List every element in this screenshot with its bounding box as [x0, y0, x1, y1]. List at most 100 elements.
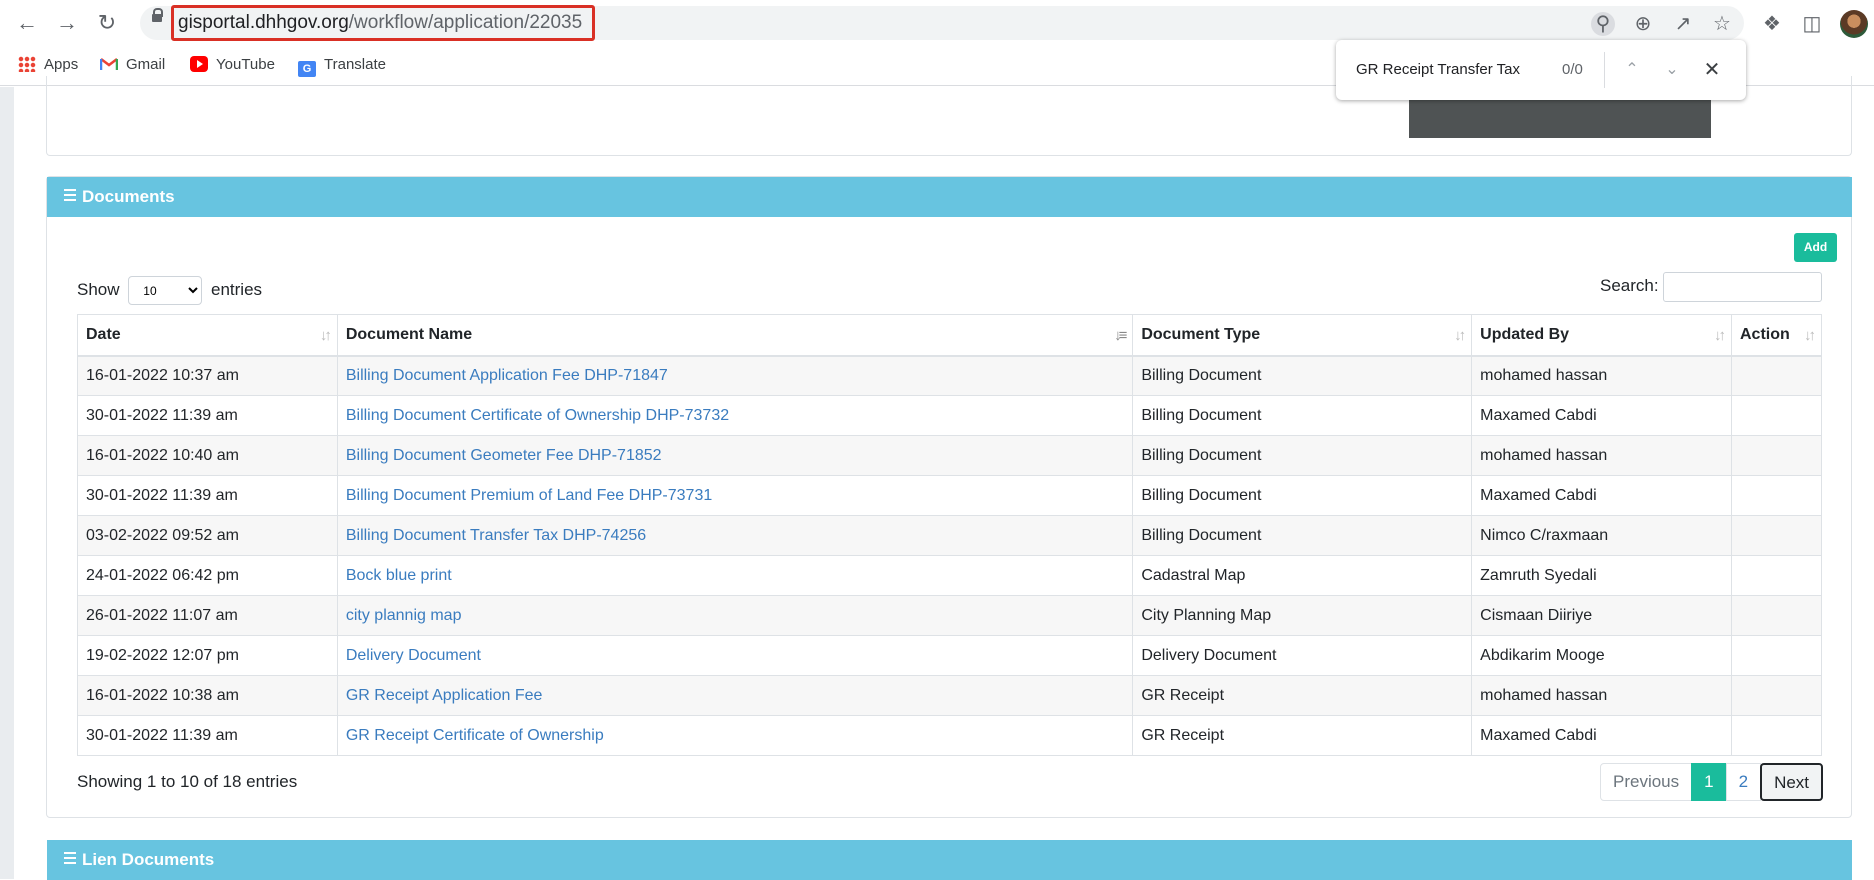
- bookmark-label: Apps: [44, 56, 79, 73]
- cell-document-type: Delivery Document: [1132, 635, 1473, 676]
- chevron-down-icon[interactable]: ⌄: [1660, 58, 1684, 82]
- column-document-name[interactable]: Document Name ↓≡: [336, 314, 1134, 357]
- cell-document-name: Billing Document Premium of Land Fee DHP…: [336, 475, 1134, 516]
- document-link[interactable]: Billing Document Premium of Land Fee DHP…: [346, 487, 712, 504]
- page-length-control: Show 10 entries: [77, 276, 262, 305]
- page-length-select[interactable]: 10: [128, 276, 203, 305]
- reload-icon[interactable]: ↻: [94, 10, 120, 36]
- table-row: 03-02-2022 09:52 am Billing Document Tran…: [77, 515, 1822, 556]
- cell-action: [1731, 475, 1822, 516]
- table-row: 30-01-2022 11:39 am Billing Document Cert…: [77, 395, 1822, 436]
- document-link[interactable]: city plannig map: [346, 607, 462, 624]
- cell-document-type: GR Receipt: [1132, 675, 1473, 716]
- bookmark-youtube[interactable]: YouTube: [190, 55, 275, 75]
- find-bar: GR Receipt Transfer Tax 0/0 ⌃ ⌄ ✕: [1336, 40, 1746, 100]
- bookmark-translate[interactable]: G Translate: [298, 55, 386, 77]
- cell-updated-by: Abdikarim Mooge: [1471, 635, 1732, 676]
- back-arrow-icon[interactable]: ←: [14, 10, 40, 36]
- find-match-count: 0/0: [1562, 61, 1583, 78]
- find-in-page-icon[interactable]: ⚲: [1591, 12, 1615, 36]
- page-2-button[interactable]: 2: [1725, 763, 1762, 801]
- cell-updated-by: Zamruth Syedali: [1471, 555, 1732, 596]
- document-link[interactable]: GR Receipt Certificate of Ownership: [346, 727, 604, 744]
- cell-date: 24-01-2022 06:42 pm: [77, 555, 338, 596]
- cell-document-type: Billing Document: [1132, 395, 1473, 436]
- list-icon: [64, 189, 76, 201]
- previous-page-button[interactable]: Previous: [1600, 763, 1693, 801]
- chevron-up-icon[interactable]: ⌃: [1620, 58, 1644, 82]
- document-link[interactable]: Bock blue print: [346, 567, 452, 584]
- lien-documents-card-header: Lien Documents: [47, 840, 1852, 880]
- cell-date: 16-01-2022 10:40 am: [77, 435, 338, 476]
- bookmark-gmail[interactable]: Gmail: [100, 55, 165, 75]
- cell-date: 30-01-2022 11:39 am: [77, 715, 338, 756]
- forward-arrow-icon[interactable]: →: [54, 10, 80, 36]
- column-action[interactable]: Action ↓↑: [1731, 314, 1822, 357]
- pagination: Previous 1 2 Next: [1600, 763, 1824, 801]
- cell-document-name: Billing Document Transfer Tax DHP-74256: [336, 515, 1134, 556]
- cell-updated-by: Cismaan Diiriye: [1471, 595, 1732, 636]
- lien-documents-title: Lien Documents: [82, 850, 215, 869]
- document-link[interactable]: Billing Document Transfer Tax DHP-74256: [346, 527, 646, 544]
- sort-icon: ↓↑: [1804, 327, 1816, 344]
- cell-document-name: city plannig map: [336, 595, 1134, 636]
- cell-document-type: Cadastral Map: [1132, 555, 1473, 596]
- column-date[interactable]: Date ↓↑: [77, 314, 338, 357]
- zoom-icon[interactable]: ⊕: [1631, 12, 1655, 36]
- sort-icon: ↓↑: [1714, 327, 1726, 344]
- cell-action: [1731, 635, 1822, 676]
- cell-updated-by: Maxamed Cabdi: [1471, 475, 1732, 516]
- cell-action: [1731, 675, 1822, 716]
- documents-card-header: Documents: [47, 177, 1852, 217]
- extensions-puzzle-icon[interactable]: ❖: [1760, 12, 1784, 36]
- cell-document-type: Billing Document: [1132, 435, 1473, 476]
- cell-document-name: Billing Document Geometer Fee DHP-71852: [336, 435, 1134, 476]
- documents-title: Documents: [82, 187, 175, 206]
- bookmark-label: YouTube: [216, 56, 275, 73]
- column-document-type[interactable]: Document Type ↓↑: [1132, 314, 1473, 357]
- bookmark-label: Gmail: [126, 56, 166, 73]
- table-row: 26-01-2022 11:07 am city plannig map City …: [77, 595, 1822, 636]
- bookmark-label: Translate: [324, 56, 386, 73]
- document-link[interactable]: GR Receipt Application Fee: [346, 687, 543, 704]
- document-link[interactable]: Billing Document Application Fee DHP-718…: [346, 367, 668, 384]
- cell-document-name: Delivery Document: [336, 635, 1134, 676]
- cell-document-name: Bock blue print: [336, 555, 1134, 596]
- cell-action: [1731, 595, 1822, 636]
- cell-updated-by: mohamed hassan: [1471, 355, 1732, 396]
- cell-updated-by: Maxamed Cabdi: [1471, 715, 1732, 756]
- side-panel-icon[interactable]: ◫: [1800, 12, 1824, 36]
- next-page-button[interactable]: Next: [1760, 763, 1824, 801]
- sort-asc-icon: ↓≡: [1114, 327, 1127, 344]
- page-1-button[interactable]: 1: [1691, 763, 1727, 801]
- bookmark-star-icon[interactable]: ☆: [1710, 12, 1734, 36]
- profile-avatar[interactable]: [1840, 10, 1868, 38]
- share-icon[interactable]: ↗: [1671, 12, 1695, 36]
- table-row: 16-01-2022 10:38 am GR Receipt Applicatio…: [77, 675, 1822, 716]
- close-icon[interactable]: ✕: [1700, 58, 1724, 82]
- cell-action: [1731, 555, 1822, 596]
- cell-document-name: Billing Document Application Fee DHP-718…: [336, 355, 1134, 396]
- find-query-input[interactable]: GR Receipt Transfer Tax: [1356, 61, 1520, 78]
- lock-icon[interactable]: [152, 8, 163, 22]
- search-input[interactable]: [1663, 272, 1822, 302]
- table-row: 19-02-2022 12:07 pm Delivery Document Deli…: [77, 635, 1822, 676]
- cell-action: [1731, 355, 1822, 396]
- column-updated-by[interactable]: Updated By ↓↑: [1471, 314, 1732, 357]
- table-header-row: Date ↓↑ Document Name ↓≡ Document Type ↓↑ U…: [77, 314, 1822, 357]
- cell-document-name: GR Receipt Application Fee: [336, 675, 1134, 716]
- document-link[interactable]: Billing Document Geometer Fee DHP-71852: [346, 447, 662, 464]
- bookmark-apps[interactable]: Apps: [18, 55, 78, 75]
- cell-action: [1731, 715, 1822, 756]
- cell-action: [1731, 435, 1822, 476]
- cell-document-type: Billing Document: [1132, 475, 1473, 516]
- add-document-button[interactable]: Add: [1794, 233, 1837, 262]
- document-link[interactable]: Billing Document Certificate of Ownershi…: [346, 407, 729, 424]
- table-row: 16-01-2022 10:40 am Billing Document Geom…: [77, 435, 1822, 476]
- cell-document-type: Billing Document: [1132, 515, 1473, 556]
- cell-updated-by: mohamed hassan: [1471, 675, 1732, 716]
- cell-date: 16-01-2022 10:37 am: [77, 355, 338, 396]
- document-link[interactable]: Delivery Document: [346, 647, 481, 664]
- cell-date: 19-02-2022 12:07 pm: [77, 635, 338, 676]
- page-left-gutter: [0, 87, 14, 879]
